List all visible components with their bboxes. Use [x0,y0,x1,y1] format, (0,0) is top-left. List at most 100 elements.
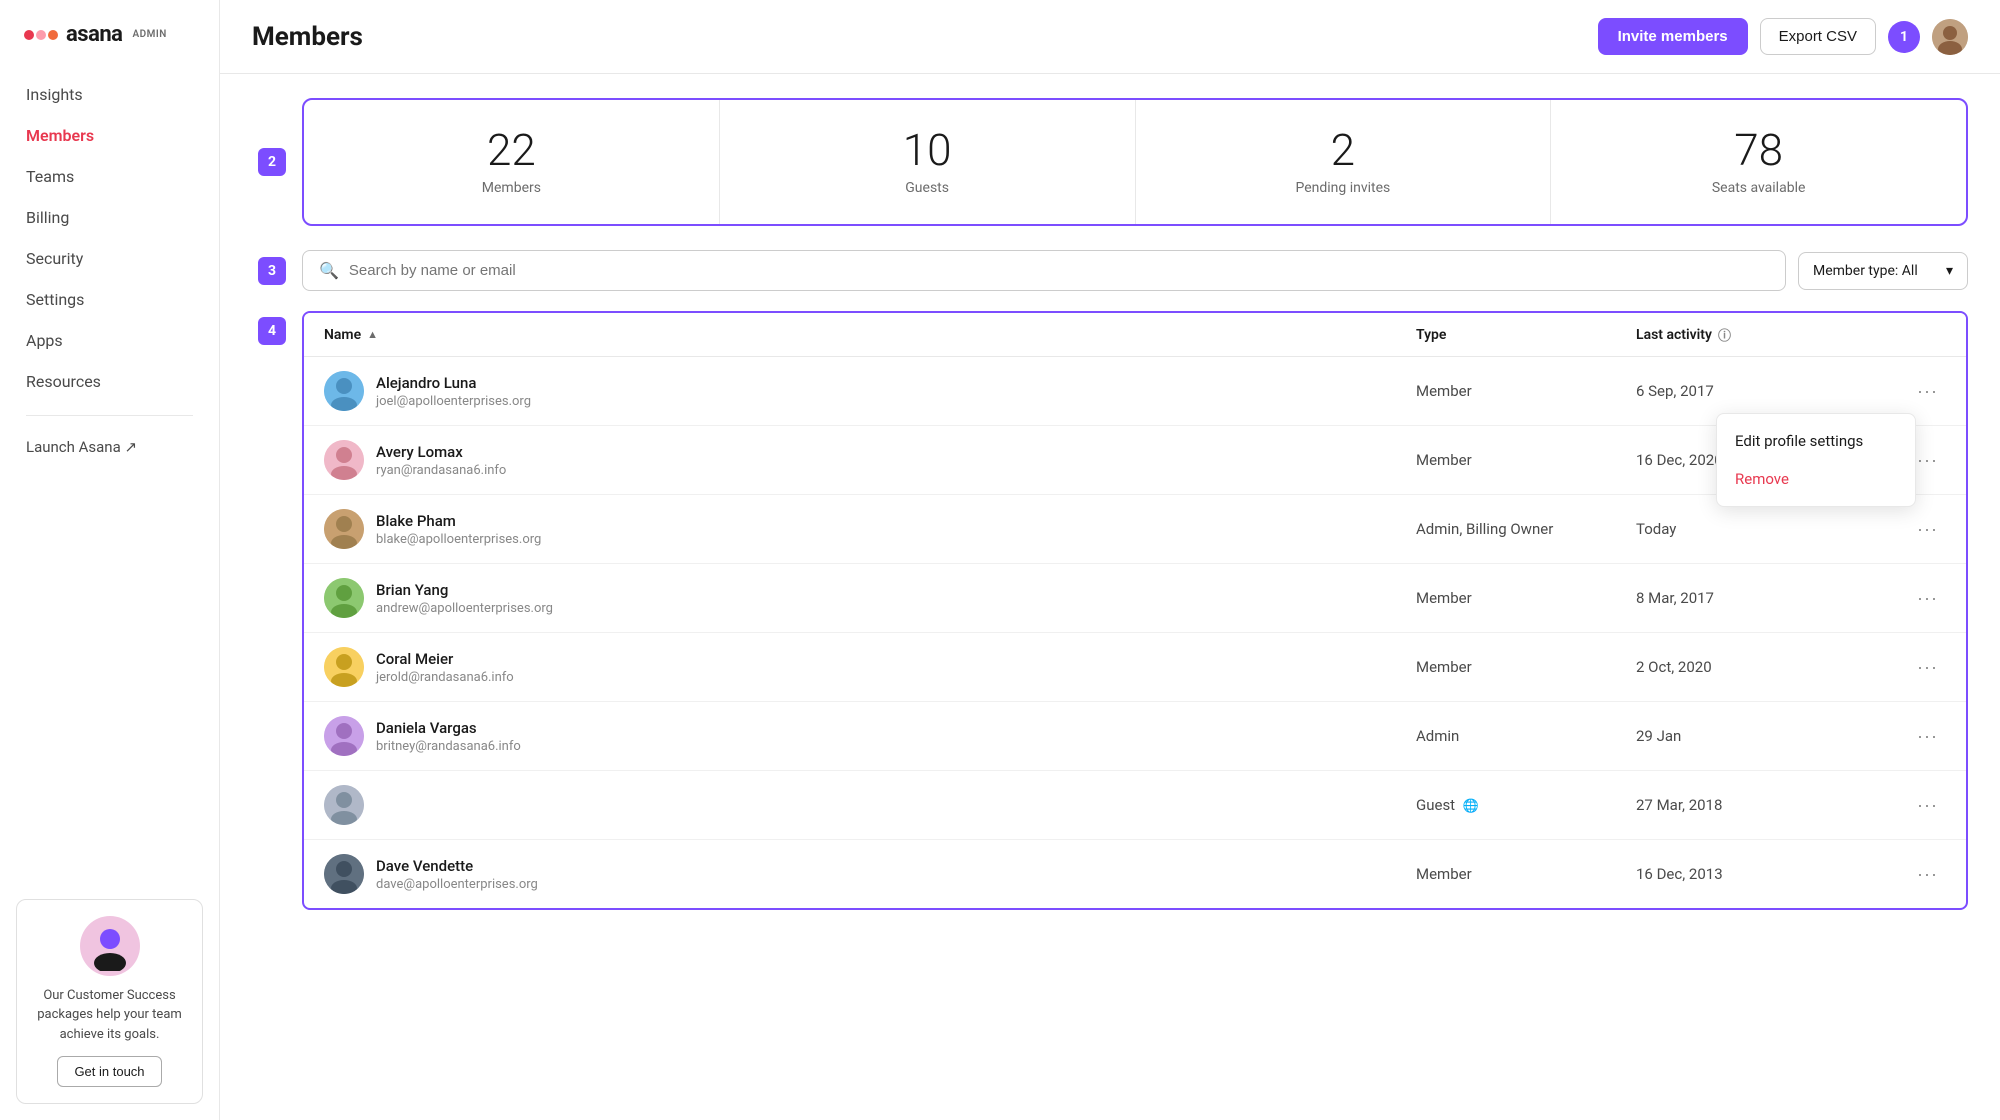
search-input[interactable] [349,262,1769,279]
member-email: blake@apolloenterprises.org [376,532,541,547]
last-activity: 8 Mar, 2017 [1636,589,1886,607]
table-header: Name ▲ Type Last activity ⓘ [304,313,1966,357]
invite-members-button[interactable]: Invite members [1598,18,1748,55]
sidebar-item-security[interactable]: Security [12,239,207,278]
sidebar-item-members[interactable]: Members [12,116,207,155]
last-activity: 16 Dec, 2013 [1636,865,1886,883]
user-avatar[interactable] [1932,19,1968,55]
edit-profile-settings-item[interactable]: Edit profile settings [1717,422,1915,460]
logo-area: asana ADMIN [0,0,219,75]
th-last-activity[interactable]: Last activity ⓘ [1636,325,1886,344]
member-type: Member [1416,589,1636,607]
sort-asc-icon: ▲ [367,328,378,341]
stat-pending-label: Pending invites [1156,180,1531,196]
globe-icon: 🌐 [1463,799,1479,814]
info-icon[interactable]: ⓘ [1718,325,1731,344]
step-badge-4: 4 [258,317,286,345]
actions-cell: ··· [1886,584,1946,613]
member-options-dropdown: Edit profile settings Remove [1716,413,1916,507]
stat-members-label: Members [324,180,699,196]
step-badge-3: 3 [258,257,286,285]
table-row: Guest 🌐 27 Mar, 2018 ··· [304,771,1966,840]
sidebar-item-insights[interactable]: Insights [12,75,207,114]
last-activity: Today [1636,520,1886,538]
main-content: Members Invite members Export CSV 1 2 [220,0,2000,1120]
member-cell [324,785,1416,825]
header-actions: Invite members Export CSV 1 [1598,18,1968,55]
member-name: Coral Meier [376,650,514,668]
more-options-button[interactable]: ··· [1909,860,1946,889]
stat-seats-label: Seats available [1571,180,1946,196]
stat-seats: 78 Seats available [1551,100,1966,224]
launch-asana-link[interactable]: Launch Asana ↗ [12,428,207,466]
stat-pending: 2 Pending invites [1136,100,1552,224]
th-last-activity-label: Last activity [1636,327,1712,343]
member-type: Member [1416,658,1636,676]
table-row: Avery Lomax ryan@randasana6.info Member … [304,426,1966,495]
table-row: Coral Meier jerold@randasana6.info Membe… [304,633,1966,702]
search-box[interactable]: 🔍 [302,250,1786,291]
actions-cell: ··· [1886,377,1946,406]
sidebar-nav: Insights Members Teams Billing Security … [0,75,219,883]
sidebar-divider [26,415,193,416]
stat-members: 22 Members [304,100,720,224]
avatar [324,854,364,894]
sidebar-item-settings[interactable]: Settings [12,280,207,319]
avatar [324,371,364,411]
last-activity: 6 Sep, 2017 [1636,382,1886,400]
logo-dot-orange [48,30,58,40]
step-badge-2: 2 [258,148,286,176]
get-in-touch-button[interactable]: Get in touch [57,1056,161,1087]
promo-avatar [80,916,140,976]
th-type[interactable]: Type [1416,325,1636,344]
member-cell: Blake Pham blake@apolloenterprises.org [324,509,1416,549]
th-type-label: Type [1416,327,1446,343]
members-table: Name ▲ Type Last activity ⓘ [302,311,1968,910]
actions-cell: ··· [1886,722,1946,751]
sidebar-item-teams[interactable]: Teams [12,157,207,196]
export-csv-button[interactable]: Export CSV [1760,18,1876,55]
admin-badge: ADMIN [132,29,166,40]
sidebar: asana ADMIN Insights Members Teams Billi… [0,0,220,1120]
notification-badge[interactable]: 1 [1888,21,1920,53]
last-activity: 2 Oct, 2020 [1636,658,1886,676]
table-row: Dave Vendette dave@apolloenterprises.org… [304,840,1966,908]
actions-cell: ··· [1886,860,1946,889]
avatar [324,716,364,756]
member-type: Guest 🌐 [1416,796,1636,814]
more-options-button[interactable]: ··· [1909,653,1946,682]
avatar [324,509,364,549]
th-name-label: Name [324,327,361,343]
member-type: Member [1416,451,1636,469]
member-cell: Avery Lomax ryan@randasana6.info [324,440,1416,480]
sidebar-item-billing[interactable]: Billing [12,198,207,237]
member-name: Brian Yang [376,581,553,599]
more-options-button[interactable]: ··· [1909,722,1946,751]
sidebar-item-resources[interactable]: Resources [12,362,207,401]
last-activity: 27 Mar, 2018 [1636,796,1886,814]
sidebar-promo: Our Customer Success packages help your … [16,899,203,1105]
avatar [324,785,364,825]
member-cell: Brian Yang andrew@apolloenterprises.org [324,578,1416,618]
more-options-button[interactable]: ··· [1909,377,1946,406]
member-info: Avery Lomax ryan@randasana6.info [376,443,506,478]
th-name[interactable]: Name ▲ [324,325,1416,344]
more-options-button[interactable]: ··· [1909,515,1946,544]
member-info: Dave Vendette dave@apolloenterprises.org [376,857,538,892]
search-icon: 🔍 [319,261,339,280]
logo-dot-pink [36,30,46,40]
last-activity: 29 Jan [1636,727,1886,745]
stat-members-number: 22 [324,128,699,172]
sidebar-item-apps[interactable]: Apps [12,321,207,360]
asana-logo-icon [24,30,58,40]
member-type-filter[interactable]: Member type: All ▾ [1798,252,1968,290]
member-name: Daniela Vargas [376,719,521,737]
more-options-button[interactable]: ··· [1909,584,1946,613]
member-type: Member [1416,382,1636,400]
actions-cell: ··· [1886,791,1946,820]
remove-member-item[interactable]: Remove [1717,460,1915,498]
more-options-button[interactable]: ··· [1909,791,1946,820]
table-row: Blake Pham blake@apolloenterprises.org A… [304,495,1966,564]
promo-text: Our Customer Success packages help your … [33,986,186,1045]
member-name: Blake Pham [376,512,541,530]
